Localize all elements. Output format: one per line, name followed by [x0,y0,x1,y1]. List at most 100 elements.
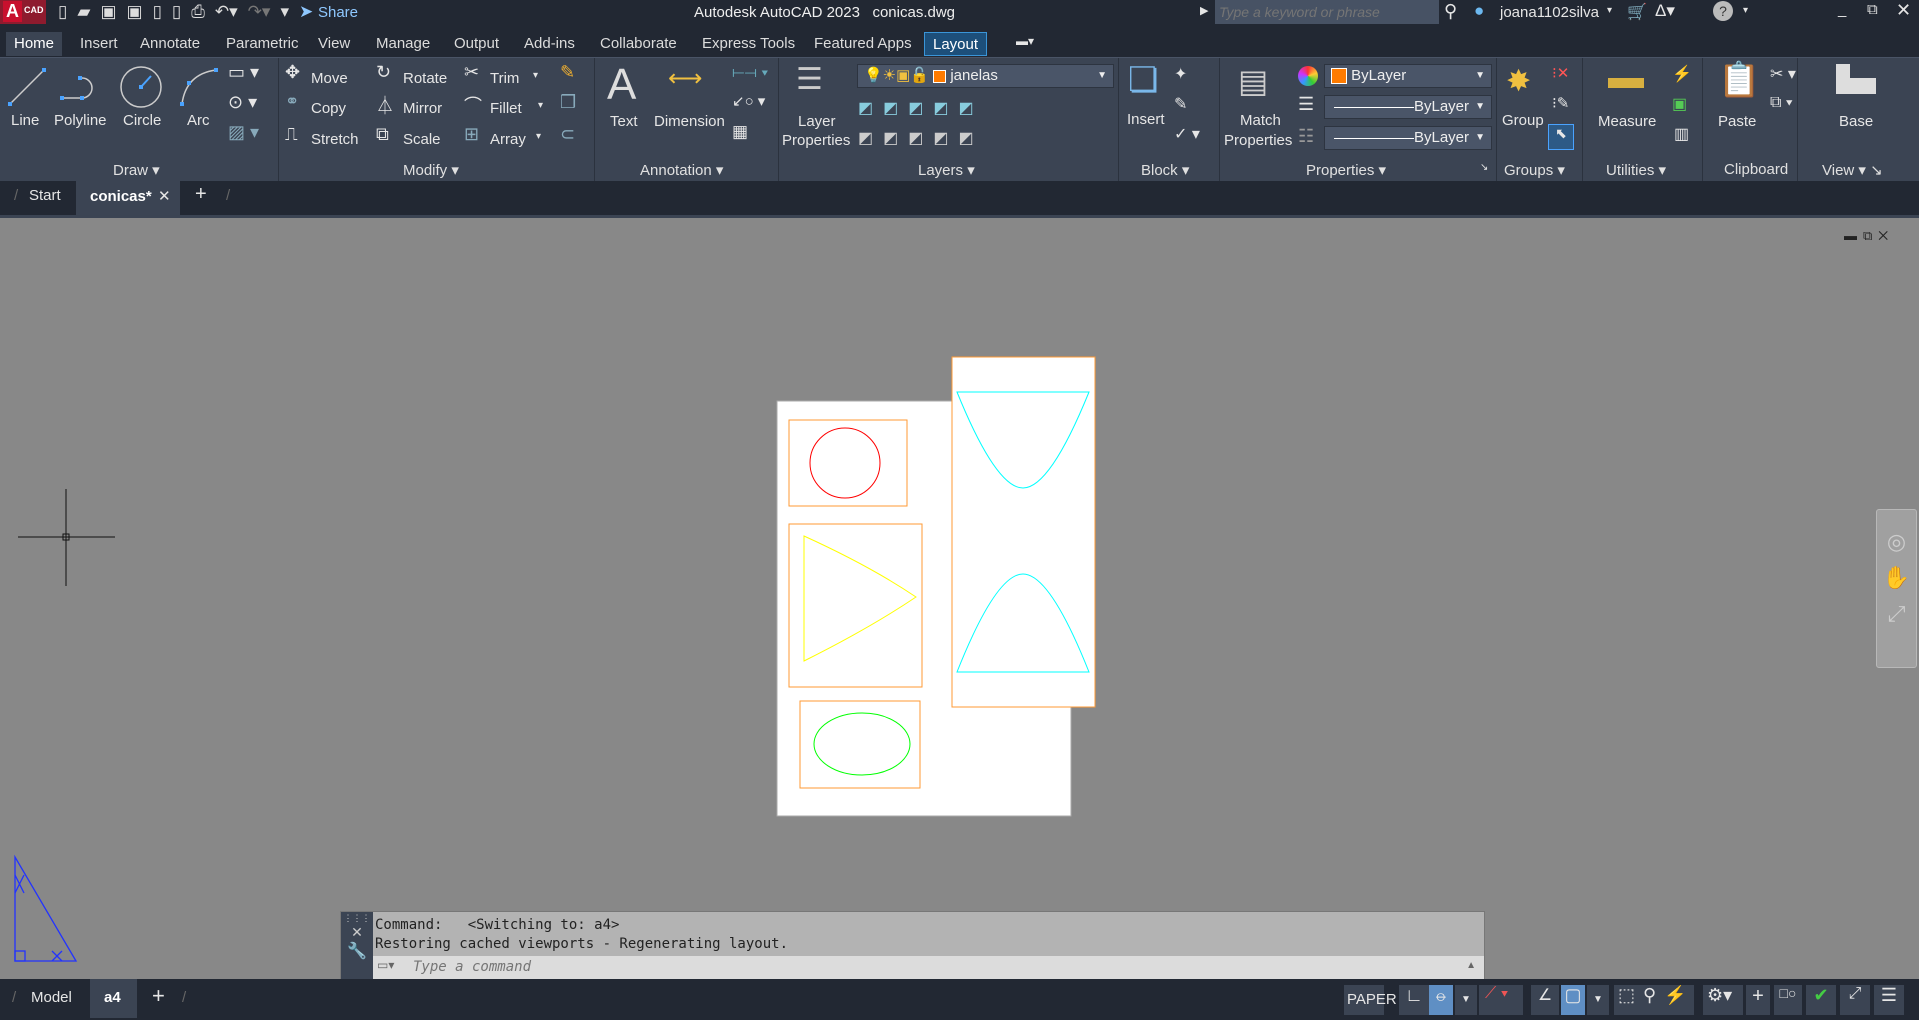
line-icon[interactable] [6,66,48,108]
hardware-acceleration-icon[interactable]: ✔ [1806,985,1836,1015]
array-button[interactable]: Array [490,131,526,148]
match-properties-button[interactable]: Match [1240,112,1281,129]
tab-view[interactable]: View [310,32,358,56]
explode-icon[interactable]: ❒ [560,92,576,113]
navigation-bar[interactable]: ◎ ✋ ⤢ [1876,509,1917,668]
tab-home[interactable]: Home [6,32,63,56]
save-icon[interactable]: ▣ [100,2,116,24]
edit-attributes-icon[interactable]: ✓ ▾ [1174,124,1200,144]
layer-properties-button-line2[interactable]: Properties [782,132,850,149]
group-selection-icon[interactable]: ⬉ [1548,124,1574,150]
arc-icon[interactable] [178,66,220,108]
copy-button[interactable]: Copy [311,100,346,117]
table-icon[interactable]: ▦ [732,122,748,142]
user-dropdown-icon[interactable]: ▾ [1607,5,1612,16]
snap-mode-icon[interactable]: ∟ [1399,985,1429,1015]
circle-button[interactable]: Circle [123,112,161,129]
tab-insert[interactable]: Insert [72,32,126,56]
hatch-icon[interactable]: ▨ ▾ [228,122,259,143]
model-tab[interactable]: Model [31,989,72,1006]
close-command-icon[interactable]: ✕ [341,924,373,941]
polar-tracking-icon[interactable]: ⦵ [1429,985,1453,1015]
restore-icon[interactable]: ⧉ [1867,1,1878,18]
annotation-panel-label[interactable]: Annotation ▾ [640,161,723,179]
tab-manage[interactable]: Manage [368,32,438,56]
mirror-button[interactable]: Mirror [403,100,442,117]
dimension-button[interactable]: Dimension [654,113,725,130]
hyperbola-viewport[interactable] [951,356,1096,708]
tab-layout[interactable]: Layout [924,32,988,56]
tab-collaborate[interactable]: Collaborate [592,32,685,56]
tab-express-tools[interactable]: Express Tools [694,32,803,56]
ellipse-icon[interactable]: ⊙ ▾ [228,92,257,113]
color-dropdown[interactable]: ByLayer ▼ [1324,64,1492,88]
array-dropdown-icon[interactable]: ▾ [536,131,541,142]
clean-screen-icon[interactable]: ⤢ [1840,985,1870,1015]
tab-add-ins[interactable]: Add-ins [516,32,583,56]
properties-panel-label[interactable]: Properties ▾ [1306,161,1386,179]
edit-block-icon[interactable]: ✎ [1174,94,1187,114]
select-all-icon[interactable]: ▣ [1672,94,1687,114]
help-dropdown-icon[interactable]: ▾ [1743,5,1748,16]
fillet-dropdown-icon[interactable]: ▾ [538,100,543,111]
share-button[interactable]: ➤ Share [299,2,358,24]
base-button[interactable]: Base [1839,113,1873,130]
layout-tab-a4[interactable]: a4 [90,979,137,1018]
drawing-tab[interactable]: conicas* ✕ [76,181,180,215]
object-snap-icon[interactable]: ▢ [1561,985,1585,1015]
tab-parametric[interactable]: Parametric [218,32,307,56]
circle-icon[interactable] [118,64,164,110]
redo-icon[interactable]: ↷▾ [248,2,271,24]
workspace-gear-icon[interactable]: ⚙▾ [1703,985,1743,1015]
new-layout-icon[interactable]: + [152,983,165,1009]
linetype-dropdown[interactable]: ByLayer ▼ [1324,126,1492,150]
rotate-button[interactable]: Rotate [403,70,447,87]
osnap-dropdown-icon[interactable]: ▼ [1587,985,1609,1015]
paste-button[interactable]: Paste [1718,113,1756,130]
new-icon[interactable]: ▯ [58,2,67,24]
steering-wheel-icon[interactable]: ◎ [1877,524,1916,560]
group-button[interactable]: Group [1502,112,1544,129]
groups-panel-label[interactable]: Groups ▾ [1504,161,1565,179]
lineweight-dropdown[interactable]: ByLayer ▼ [1324,95,1492,119]
command-history-toggle-icon[interactable]: ▲ [1466,960,1476,971]
customize-icon[interactable]: ▾ [280,2,289,24]
match-properties-button-line2[interactable]: Properties [1224,132,1292,149]
undo-icon[interactable]: ↶▾ [215,2,238,24]
group-edit-icon[interactable]: ⁝✎ [1552,94,1569,112]
cut-icon[interactable]: ✂ ▾ [1770,64,1796,84]
polyline-icon[interactable] [58,68,102,104]
start-tab[interactable]: Start [29,187,61,204]
trim-dropdown-icon[interactable]: ▾ [533,70,538,81]
utilities-panel-label[interactable]: Utilities ▾ [1606,161,1666,179]
annotation-tools[interactable]: ⬚⚲⚡ [1614,985,1694,1015]
ortho-icon[interactable]: ⟋ ▾ [1479,985,1523,1015]
new-tab-icon[interactable]: + [195,183,207,206]
grip-icon[interactable]: ⋮⋮⋮ [341,912,373,924]
linear-dimension-icon[interactable]: ⟝⟞ ▾ [732,64,768,81]
erase-icon[interactable]: ✎ [560,62,575,83]
rectangle-icon[interactable]: ▭ ▾ [228,62,259,83]
paper-space-toggle[interactable]: PAPER [1344,985,1397,1015]
zoom-extents-icon[interactable]: ⤢ [1877,596,1916,632]
insert-button[interactable]: Insert [1127,111,1165,128]
cart-icon[interactable]: 🛒 [1627,2,1647,22]
drawing-canvas[interactable]: ▬⧉✕ ◎ ✋ ⤢ ⋮⋮⋮ ✕ 🔧 Command: <Switching to… [0,218,1919,980]
command-prompt-icon[interactable]: ▭▾ [377,958,394,972]
copy-clip-icon[interactable]: ⧉ ▾ [1770,94,1793,112]
layers-panel-label[interactable]: Layers ▾ [918,161,975,179]
isolate-objects-icon[interactable]: □○ [1774,985,1802,1015]
properties-launcher-icon[interactable]: ↘ [1480,162,1488,173]
pan-icon[interactable]: ✋ [1877,560,1916,596]
close-tab-icon[interactable]: ✕ [158,187,171,205]
ungroup-icon[interactable]: ⁝✕ [1552,64,1569,82]
save-web-icon[interactable]: ▯ [172,2,181,24]
measure-button[interactable]: Measure [1598,113,1656,130]
open-web-icon[interactable]: ▯ [153,2,162,24]
autodesk-app-icon[interactable]: Δ▾ [1655,1,1675,21]
search-icon[interactable]: ⚲ [1444,1,1457,22]
help-icon[interactable]: ? [1713,1,1733,21]
isodraft-icon[interactable]: ∠ [1531,985,1559,1015]
customize-wrench-icon[interactable]: 🔧 [341,941,373,961]
open-icon[interactable]: ▰ [77,2,90,24]
